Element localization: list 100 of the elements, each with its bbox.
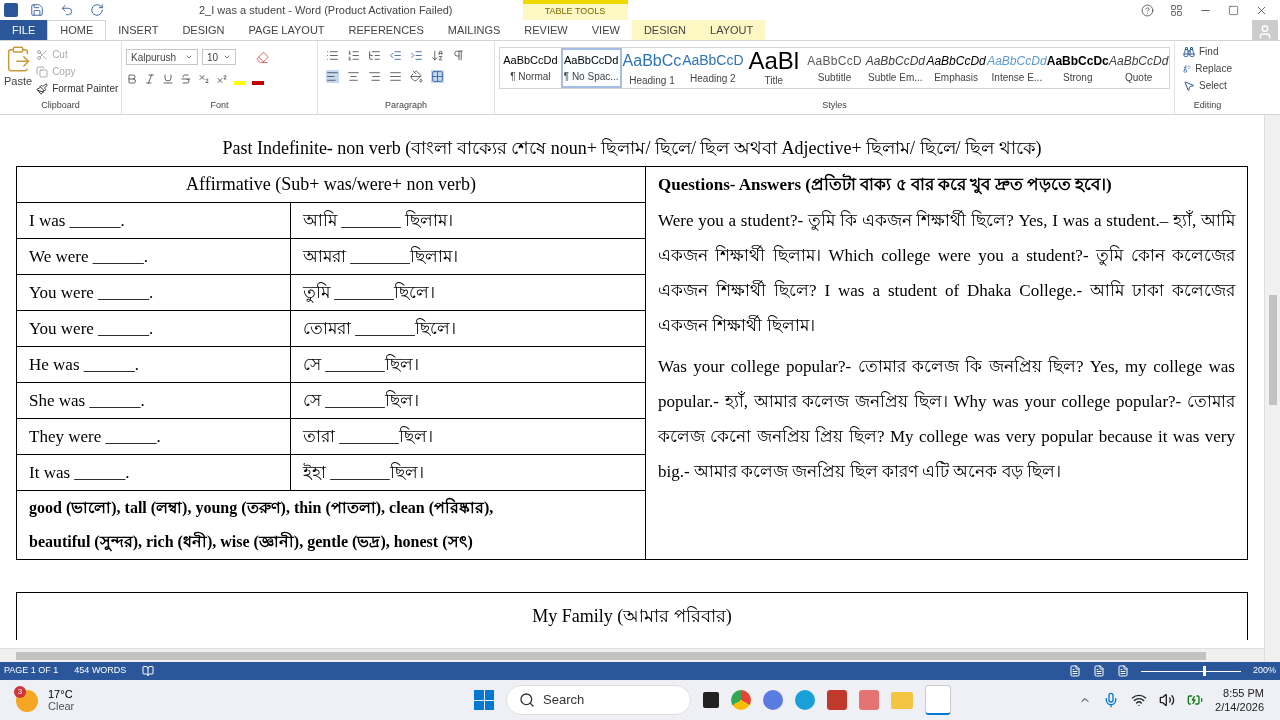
underline-icon[interactable] (162, 73, 174, 85)
style-gallery-item[interactable]: AaBbCc Heading 1 (621, 48, 683, 88)
app-icon[interactable] (827, 690, 848, 710)
answer-paragraph: Were you a student?- তুমি কি একজন শিক্ষার্থী ছিলে? Yes, I was a student.– হ্যাঁ, আমি একজন শিক্ষার্থী ছিলাম। Which college were you a student?- তুমি কোন কলেজের একজন শিক্ষার্থী ছিলে? I was a student of Dhaka College.- আমি ঢাকা কলেজের একজন শিক্ষার্থী ছিলাম। (658, 209, 1235, 337)
ribbon-tab[interactable]: FILE (0, 20, 48, 40)
table-header-cell-text: Questions- Answers (প্রতিটা বাক্য ৫ বার করে খুব দ্রুত পড়তে হবে।) (658, 172, 1113, 197)
ribbon-display-icon[interactable] (1170, 3, 1183, 17)
style-gallery-item[interactable]: AaBbCcD Subtitle (804, 48, 865, 88)
align-center-icon[interactable] (347, 70, 360, 83)
editing-button[interactable]: Select (1183, 78, 1232, 93)
table-cell: You were ______. (17, 275, 291, 310)
table-cell-text: সে _______ছিল। (302, 353, 420, 376)
notification-badge: 3 (14, 686, 26, 698)
temperature: 17°C (48, 688, 74, 700)
start-icon[interactable] (474, 690, 495, 710)
battery-icon[interactable] (1187, 692, 1204, 708)
table-cell: She was ______. (17, 383, 291, 418)
ribbon-tab[interactable]: LAYOUT (698, 20, 766, 40)
align-right-icon[interactable] (368, 70, 381, 83)
document-app-icon[interactable] (925, 685, 952, 715)
table-cell-text: আমরা _______ছিলাম। (301, 245, 459, 268)
style-gallery-item[interactable]: AaBbCcDd Intense E... (986, 48, 1048, 88)
table-cell-text: তারা _______ছিল। (301, 425, 434, 448)
redo-icon[interactable] (90, 3, 104, 17)
context-tab-header: TABLE TOOLS (522, 0, 628, 20)
sort-icon[interactable] (431, 49, 444, 62)
undo-icon[interactable] (60, 3, 74, 17)
editing-tool-icon (1183, 79, 1195, 92)
table-cell: You were ______. (17, 311, 291, 346)
zoom-level: 200% (1252, 664, 1276, 678)
clipboard-tool-icon (36, 82, 49, 95)
subscript-icon[interactable] (198, 73, 210, 85)
save-icon[interactable] (30, 3, 44, 17)
pilcrow-icon[interactable] (452, 49, 465, 62)
clear-format-icon[interactable] (256, 50, 269, 64)
table-header-cell: Affirmative (Sub+ was/were+ non verb) (17, 167, 645, 203)
clipboard-tool-icon (36, 48, 49, 61)
style-gallery-item[interactable]: AaBbCcDc Strong (1047, 48, 1109, 88)
ribbon-tab[interactable]: REVIEW (512, 20, 580, 40)
weather-text: Clear (48, 700, 75, 712)
clipboard-tool-icon (36, 65, 49, 78)
group-label: Clipboard (40, 98, 81, 112)
help-icon[interactable] (1141, 3, 1154, 17)
ribbon-tab[interactable]: VIEW (579, 20, 632, 40)
increase-indent-icon[interactable] (410, 49, 423, 62)
style-gallery-item[interactable]: AaBbCcDd Emphasis (925, 48, 987, 88)
font-name-field[interactable]: Kalpurush (126, 49, 198, 65)
bold-icon[interactable] (126, 73, 138, 85)
table-cell-text: তুমি _______ছিলে। (301, 281, 436, 305)
editing-tool-icon (1183, 45, 1195, 58)
superscript-icon[interactable] (216, 73, 228, 85)
ribbon-tab[interactable]: DESIGN (631, 20, 699, 40)
ribbon-tab[interactable]: DESIGN (170, 20, 237, 40)
editing-button[interactable]: Find (1183, 44, 1232, 59)
table-cell: It was ______. (17, 455, 291, 490)
shading-icon[interactable] (410, 70, 423, 83)
ribbon-tab[interactable]: PAGE LAYOUT (236, 20, 337, 40)
justify-icon[interactable] (389, 70, 402, 83)
numbering-icon[interactable] (347, 49, 360, 62)
proofing-icon[interactable] (142, 665, 155, 677)
multilevel-list-icon[interactable] (368, 49, 381, 62)
style-gallery-item[interactable]: AaBbCcD Heading 2 (682, 48, 744, 88)
style-gallery-item[interactable]: AaBbCcDd Quote (1108, 48, 1170, 88)
ribbon-tab[interactable]: HOME (47, 20, 107, 40)
editing-button[interactable]: Replace (1183, 61, 1232, 76)
search-icon (519, 692, 536, 708)
wifi-icon[interactable] (1131, 692, 1148, 708)
style-gallery-item[interactable]: AaBl Title (743, 48, 805, 88)
style-gallery-item[interactable]: AaBbCcDd ¶ Normal (500, 48, 561, 88)
search-field[interactable]: Search (506, 685, 692, 715)
paste-button[interactable]: Paste (4, 45, 33, 99)
clipboard-button[interactable]: Format Painter (36, 81, 119, 96)
align-left-icon[interactable] (326, 70, 339, 83)
decrease-indent-icon[interactable] (389, 49, 402, 62)
table-cell-text: good (ভালো), tall (লম্বা), young (তরুণ), thin (পাতলা), clean (পরিষ্কার), beautiful (সুন্দর), rich (ধনী), wise (জ্ঞানী), gentle (ভদ্র), honest (সৎ) (28, 496, 495, 554)
ribbon-tab[interactable]: INSERT (106, 20, 171, 40)
bullets-icon[interactable] (326, 49, 339, 62)
ribbon-tab[interactable]: MAILINGS (435, 20, 513, 40)
clock-time: 8:55 PM (1223, 686, 1264, 700)
page-count: PAGE 1 OF 1 (4, 664, 59, 678)
style-gallery-item[interactable]: AaBbCcDd Subtle Em... (864, 48, 926, 88)
editing-tool-icon (1183, 62, 1192, 75)
ribbon-tab[interactable]: REFERENCES (336, 20, 436, 40)
borders-icon[interactable] (431, 70, 444, 83)
table-cell-text: ইহা _______ছিল। (301, 461, 425, 484)
group-label: Styles (821, 98, 848, 112)
chrome-icon[interactable] (731, 690, 752, 710)
group-label: Font (209, 98, 230, 112)
volume-icon[interactable] (1159, 692, 1176, 708)
italic-icon[interactable] (144, 73, 156, 85)
zoom-slider[interactable] (1140, 666, 1241, 676)
table-cell-text: তোমরা _______ছিলে। (302, 317, 457, 340)
group-label: Paragraph (384, 98, 428, 112)
style-gallery-item[interactable]: AaBbCcDd ¶ No Spac... (560, 48, 622, 88)
strikethrough-icon[interactable] (180, 73, 192, 85)
vertical-scrollbar[interactable] (1264, 115, 1280, 662)
horizontal-scrollbar[interactable] (0, 648, 1264, 662)
clock-date: 2/14/2026 (1215, 700, 1264, 714)
font-size-field[interactable]: 10 (202, 49, 236, 65)
restore-icon[interactable] (1228, 4, 1239, 16)
